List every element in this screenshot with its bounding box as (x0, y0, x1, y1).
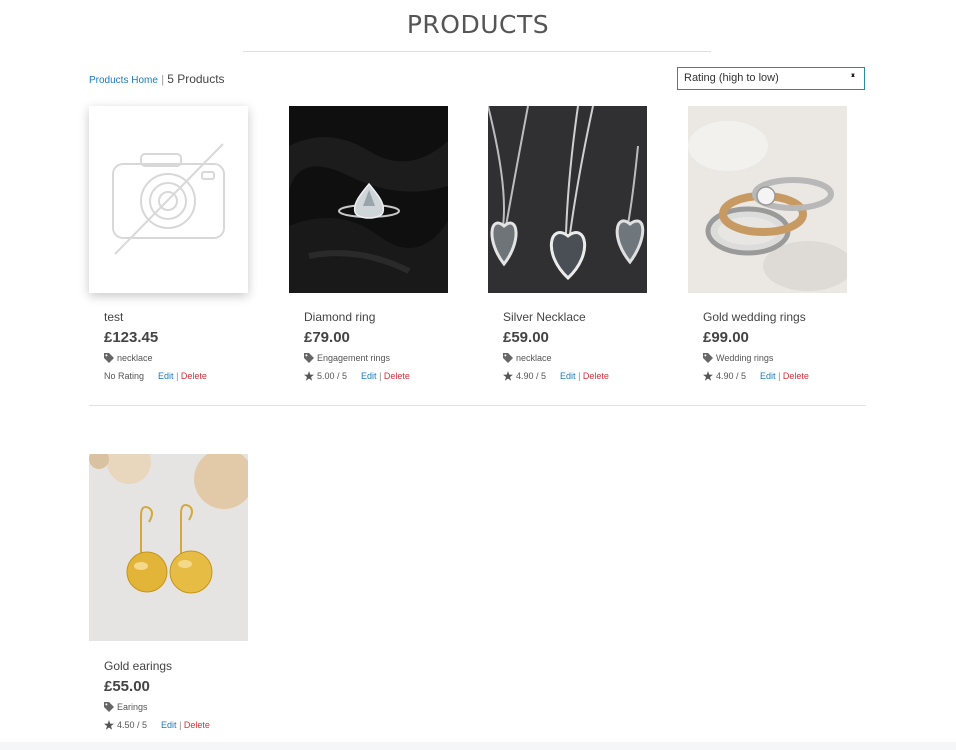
footer-band (0, 742, 956, 750)
row-divider (89, 405, 866, 406)
product-rating: 4.90 / 5 (516, 370, 547, 381)
diamond-ring-photo (289, 106, 448, 293)
product-name[interactable]: test (104, 310, 264, 326)
star-icon (703, 370, 713, 381)
gold-earrings-photo (89, 454, 248, 641)
product-name[interactable]: Diamond ring (304, 310, 464, 326)
star-icon (503, 370, 513, 381)
product-image[interactable] (488, 106, 647, 293)
edit-link[interactable]: Edit (560, 371, 576, 381)
product-image[interactable] (89, 454, 248, 641)
star-icon (104, 719, 114, 730)
delete-link[interactable]: Delete (181, 371, 207, 381)
edit-link[interactable]: Edit (760, 371, 776, 381)
breadcrumb: Products Home | 5 Products (89, 72, 225, 86)
product-category[interactable]: necklace (117, 353, 153, 363)
tag-icon (104, 702, 114, 712)
product-price: £79.00 (304, 329, 350, 346)
delete-link[interactable]: Delete (384, 371, 410, 381)
product-rating: 4.90 / 5 (716, 370, 747, 381)
camera-slash-icon (112, 143, 225, 255)
product-name[interactable]: Gold earings (104, 659, 264, 675)
tag-icon (304, 353, 314, 363)
product-count: 5 Products (167, 72, 225, 86)
edit-link[interactable]: Edit (161, 720, 177, 730)
edit-link[interactable]: Edit (158, 371, 174, 381)
product-price: £55.00 (104, 678, 150, 695)
product-image[interactable] (89, 106, 248, 293)
product-name[interactable]: Silver Necklace (503, 310, 663, 326)
product-price: £99.00 (703, 329, 749, 346)
delete-link[interactable]: Delete (783, 371, 809, 381)
product-name[interactable]: Gold wedding rings (703, 310, 863, 326)
tag-icon (703, 353, 713, 363)
product-image[interactable] (688, 106, 847, 293)
product-price: £59.00 (503, 329, 549, 346)
product-category[interactable]: Wedding rings (716, 353, 773, 363)
product-category[interactable]: necklace (516, 353, 552, 363)
product-price: £123.45 (104, 329, 159, 346)
star-icon (304, 370, 314, 381)
title-divider (243, 51, 711, 52)
silver-necklace-photo (488, 106, 647, 293)
product-rating: No Rating (104, 370, 145, 381)
sort-select[interactable]: Rating (high to low) ▲▼ (677, 67, 865, 90)
sort-selected-value: Rating (high to low) (684, 72, 779, 84)
products-home-link[interactable]: Products Home (89, 75, 158, 86)
tag-icon (503, 353, 513, 363)
wedding-rings-photo (688, 106, 847, 293)
product-image[interactable] (289, 106, 448, 293)
delete-link[interactable]: Delete (184, 720, 210, 730)
product-category[interactable]: Earings (117, 702, 148, 712)
edit-link[interactable]: Edit (361, 371, 377, 381)
tag-icon (104, 353, 114, 363)
product-rating: 5.00 / 5 (317, 370, 348, 381)
page-title: PRODUCTS (406, 10, 550, 39)
delete-link[interactable]: Delete (583, 371, 609, 381)
product-category[interactable]: Engagement rings (317, 353, 390, 363)
product-rating: 4.50 / 5 (117, 719, 148, 730)
